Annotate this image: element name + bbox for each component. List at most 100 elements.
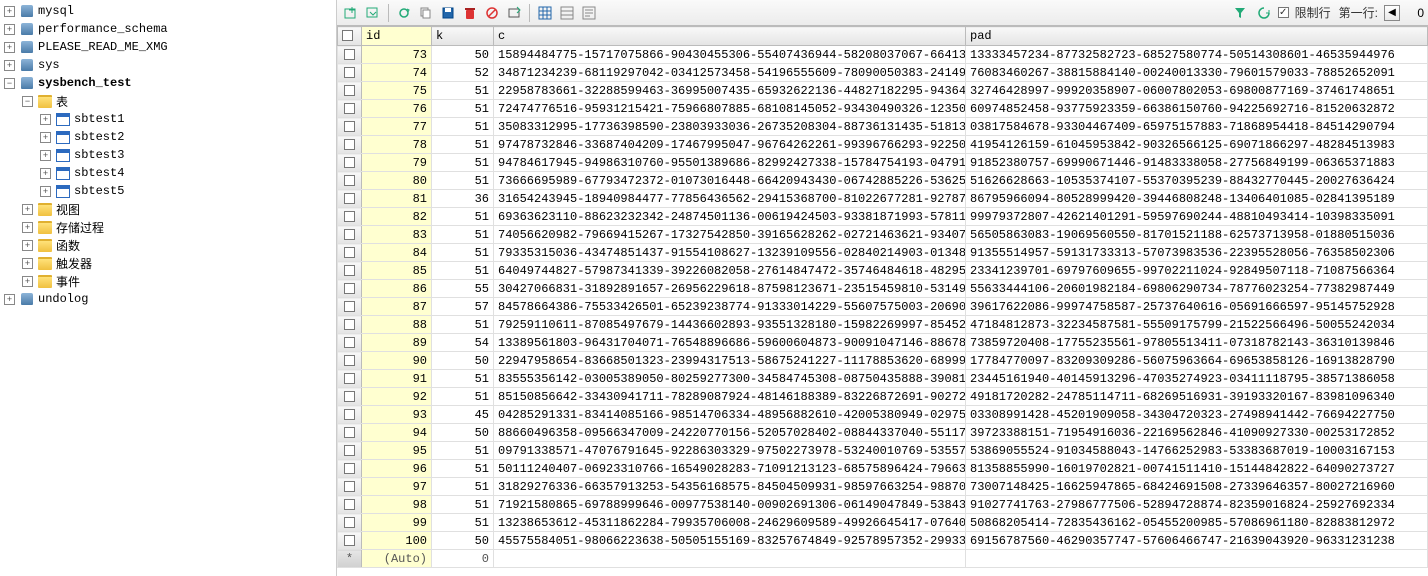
row-selector[interactable] [338, 316, 362, 334]
cell-k[interactable]: 51 [432, 154, 494, 172]
cell-id[interactable]: 100 [362, 532, 432, 550]
cell-id[interactable]: 79 [362, 154, 432, 172]
tree-toggle-icon[interactable] [4, 24, 15, 35]
table-row[interactable]: 955109791338571-47076791645-92286303329-… [338, 442, 1428, 460]
column-header-id[interactable]: id [362, 27, 432, 46]
row-selector[interactable] [338, 442, 362, 460]
cell-k[interactable]: 57 [432, 298, 494, 316]
table-row[interactable]: 775135083312995-17736398590-23803933036-… [338, 118, 1428, 136]
cell-pad[interactable]: 51626628663-10535374107-55370395239-8843… [966, 172, 1428, 190]
text-view-icon[interactable] [579, 3, 599, 23]
tree-toggle-icon[interactable] [22, 96, 33, 107]
row-selector[interactable] [338, 82, 362, 100]
cell-pad[interactable]: 73007148425-16625947865-68424691508-2733… [966, 478, 1428, 496]
row-selector[interactable] [338, 208, 362, 226]
cell-k[interactable]: 51 [432, 136, 494, 154]
copy-icon[interactable] [416, 3, 436, 23]
cell-c[interactable]: 71921580865-69788999646-00977538140-0090… [494, 496, 966, 514]
cell-c[interactable]: 97478732846-33687404209-17467995047-9676… [494, 136, 966, 154]
cell-id[interactable]: 77 [362, 118, 432, 136]
cell-c[interactable]: 34871234239-68119297042-03412573458-5419… [494, 64, 966, 82]
cell-id[interactable]: 82 [362, 208, 432, 226]
cell-pad[interactable]: 23445161940-40145913296-47035274923-0341… [966, 370, 1428, 388]
row-selector[interactable] [338, 370, 362, 388]
row-selector[interactable] [338, 262, 362, 280]
tree-toggle-icon[interactable] [4, 78, 15, 89]
tree-toggle-icon[interactable] [22, 204, 33, 215]
cell-pad[interactable]: 03817584678-93304467409-65975157883-7186… [966, 118, 1428, 136]
cell-pad[interactable]: 23341239701-69797609655-99702211024-9284… [966, 262, 1428, 280]
row-selector[interactable] [338, 334, 362, 352]
tree-item[interactable]: 函数 [0, 236, 336, 254]
row-selector[interactable] [338, 190, 362, 208]
cell-id[interactable]: 92 [362, 388, 432, 406]
export-icon[interactable] [504, 3, 524, 23]
refresh-icon[interactable] [394, 3, 414, 23]
cell-c[interactable]: 31829276336-66357913253-54356168575-8450… [494, 478, 966, 496]
tree-toggle-icon[interactable] [22, 276, 33, 287]
cell-pad[interactable]: 91027741763-27986777506-52894728874-8235… [966, 496, 1428, 514]
cell-c[interactable]: 22947958654-83668501323-23994317513-5867… [494, 352, 966, 370]
tree-toggle-icon[interactable] [40, 168, 51, 179]
cell-k[interactable]: 51 [432, 460, 494, 478]
cell-k[interactable]: 45 [432, 406, 494, 424]
cell-pad[interactable]: 32746428997-99920358907-06007802053-6980… [966, 82, 1428, 100]
cell-k[interactable]: 51 [432, 100, 494, 118]
cell-k[interactable]: 51 [432, 478, 494, 496]
cell-pad[interactable] [966, 550, 1428, 568]
cell-pad[interactable]: 03308991428-45201909058-34304720323-2749… [966, 406, 1428, 424]
cell-k[interactable]: 36 [432, 190, 494, 208]
table-row[interactable]: 965150111240407-06923310766-16549028283-… [338, 460, 1428, 478]
cell-k[interactable]: 51 [432, 118, 494, 136]
row-selector[interactable] [338, 478, 362, 496]
tree-toggle-icon[interactable] [22, 258, 33, 269]
select-all-header[interactable] [338, 27, 362, 46]
table-row[interactable]: 1005045575584051-98066223638-50505155169… [338, 532, 1428, 550]
tree-item[interactable]: sbtest1 [0, 110, 336, 128]
table-row[interactable]: 845179335315036-43474851437-91554108627-… [338, 244, 1428, 262]
row-selector[interactable] [338, 460, 362, 478]
cell-id[interactable]: 76 [362, 100, 432, 118]
row-selector[interactable]: * [338, 550, 362, 568]
cell-c[interactable]: 84578664386-75533426501-65239238774-9133… [494, 298, 966, 316]
tree-item[interactable]: performance_schema [0, 20, 336, 38]
cell-id[interactable]: (Auto) [362, 550, 432, 568]
cell-c[interactable]: 30427066831-31892891657-26956229618-8759… [494, 280, 966, 298]
cell-id[interactable]: 93 [362, 406, 432, 424]
row-selector[interactable] [338, 172, 362, 190]
row-selector[interactable] [338, 226, 362, 244]
table-row[interactable]: 813631654243945-18940984477-77856436562-… [338, 190, 1428, 208]
limit-rows-checkbox[interactable] [1278, 7, 1289, 18]
cell-c[interactable]: 13238653612-45311862284-79935706008-2462… [494, 514, 966, 532]
cell-pad[interactable]: 99979372807-42621401291-59597690244-4881… [966, 208, 1428, 226]
dropdown-icon[interactable] [363, 3, 383, 23]
cell-pad[interactable]: 13333457234-87732582723-68527580774-5051… [966, 46, 1428, 64]
grid-view-icon[interactable] [535, 3, 555, 23]
table-row[interactable]: 895413389561803-96431704071-76548896686-… [338, 334, 1428, 352]
table-row[interactable]: 735015894484775-15717075866-90430455306-… [338, 46, 1428, 64]
table-row[interactable]: 745234871234239-68119297042-03412573458-… [338, 64, 1428, 82]
cell-k[interactable]: 51 [432, 226, 494, 244]
cell-pad[interactable]: 47184812873-32234587581-55509175799-2152… [966, 316, 1428, 334]
tree-item[interactable]: PLEASE_READ_ME_XMG [0, 38, 336, 56]
tree-toggle-icon[interactable] [40, 114, 51, 125]
cell-id[interactable]: 78 [362, 136, 432, 154]
tree-item[interactable]: undolog [0, 290, 336, 308]
cell-k[interactable]: 51 [432, 514, 494, 532]
cell-id[interactable]: 89 [362, 334, 432, 352]
cell-k[interactable]: 51 [432, 316, 494, 334]
tree-toggle-icon[interactable] [4, 6, 15, 17]
reload-icon[interactable] [1254, 3, 1274, 23]
cell-pad[interactable]: 73859720408-17755235561-97805513411-0731… [966, 334, 1428, 352]
table-row[interactable]: 934504285291331-83414085166-98514706334-… [338, 406, 1428, 424]
cell-c[interactable]: 94784617945-94986310760-95501389686-8299… [494, 154, 966, 172]
cell-k[interactable]: 50 [432, 532, 494, 550]
row-selector[interactable] [338, 46, 362, 64]
cell-c[interactable]: 64049744827-57987341339-39226082058-2761… [494, 262, 966, 280]
column-header-pad[interactable]: pad [966, 27, 1428, 46]
row-selector[interactable] [338, 496, 362, 514]
cell-pad[interactable]: 53869055524-91034588043-14766252983-5338… [966, 442, 1428, 460]
cell-id[interactable]: 81 [362, 190, 432, 208]
row-selector[interactable] [338, 352, 362, 370]
cell-k[interactable]: 51 [432, 82, 494, 100]
